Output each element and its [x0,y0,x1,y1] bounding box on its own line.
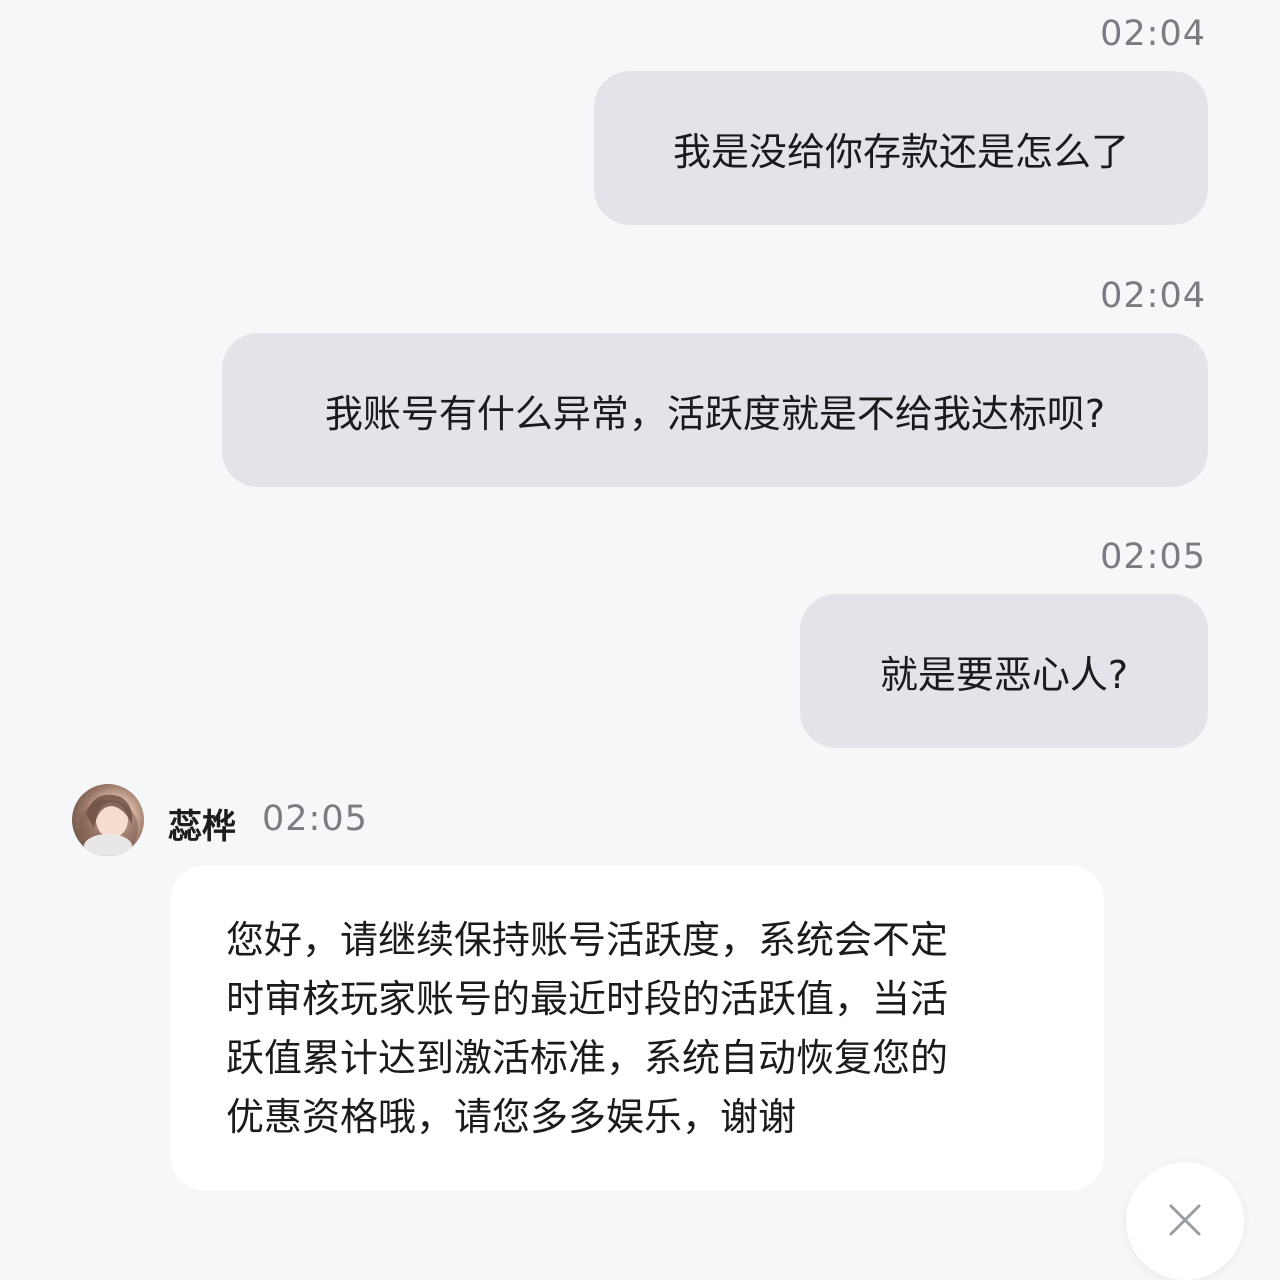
outgoing-message-bubble[interactable]: 我账号有什么异常，活跃度就是不给我达标呗? [222,333,1208,487]
message-timestamp: 02:05 [1100,537,1206,577]
avatar-image [78,794,138,856]
message-text-line: 跃值累计达到激活标准，系统自动恢复您的 [226,1036,949,1080]
message-text-line: 时审核玩家账号的最近时段的活跃值，当活 [226,977,949,1021]
agent-avatar[interactable] [72,784,144,856]
outgoing-message-bubble[interactable]: 就是要恶心人? [800,594,1208,748]
message-text-line: 您好，请继续保持账号活跃度，系统会不定 [226,918,949,962]
message-timestamp: 02:04 [1100,276,1206,316]
close-button[interactable] [1126,1162,1244,1280]
message-text: 我账号有什么异常，活跃度就是不给我达标呗? [324,391,1106,436]
sender-name: 蕊桦 [168,807,236,847]
close-icon [1169,1204,1201,1236]
message-timestamp: 02:05 [262,799,368,839]
message-timestamp: 02:04 [1100,14,1206,54]
message-text-line: 优惠资格哦，请您多多娱乐，谢谢 [226,1095,797,1139]
message-text: 就是要恶心人? [879,652,1129,697]
message-text: 我是没给你存款还是怎么了 [672,129,1129,174]
incoming-message-bubble[interactable]: 您好，请继续保持账号活跃度，系统会不定 时审核玩家账号的最近时段的活跃值，当活 … [170,865,1104,1191]
outgoing-message-bubble[interactable]: 我是没给你存款还是怎么了 [594,71,1208,225]
